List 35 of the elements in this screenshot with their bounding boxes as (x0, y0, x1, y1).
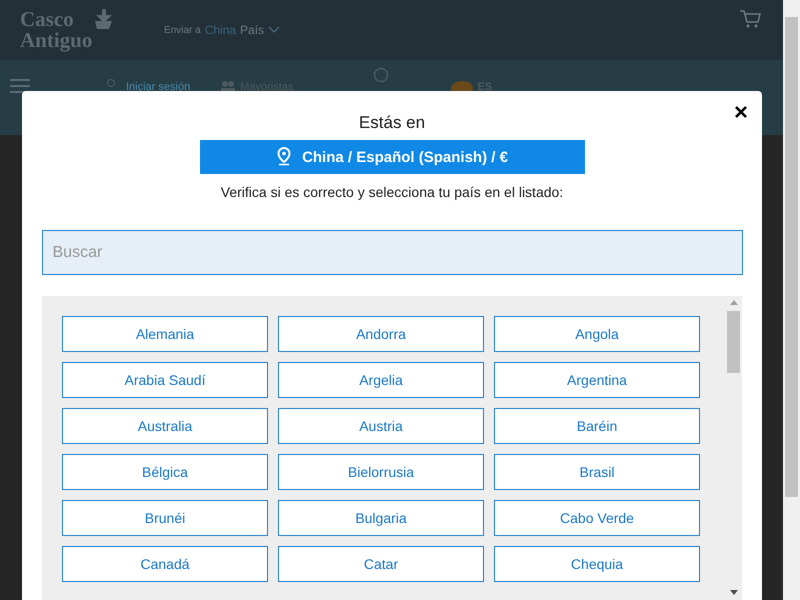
dialog-title: Estás en (358, 113, 426, 133)
chevron-icon (268, 26, 280, 34)
scrollbar[interactable] (783, 0, 800, 600)
search-field[interactable]: Buscar (42, 230, 742, 275)
country-button[interactable]: Austria (278, 408, 484, 444)
country-button[interactable]: Brunéi (62, 500, 268, 536)
cart-icon[interactable] (739, 9, 761, 29)
country-button[interactable]: Argentina (494, 362, 700, 398)
ship-to-label: Enviar a (164, 24, 201, 36)
country-button[interactable]: Chequia (494, 546, 700, 582)
current-location-button[interactable]: China / Español (Spanish) / € (200, 140, 584, 174)
country-button[interactable]: Brasil (494, 454, 700, 490)
country-button[interactable]: Baréin (494, 408, 700, 444)
country-button[interactable]: Australia (62, 408, 268, 444)
instruction-text: Verifica si es correcto y selecciona tu país en el listado: (220, 184, 564, 200)
country-button[interactable]: Arabia Saudí (62, 362, 268, 398)
close-button[interactable] (734, 105, 748, 119)
country-button[interactable]: Andorra (278, 316, 484, 352)
country-button[interactable]: Canadá (62, 546, 268, 582)
logo[interactable]: Casco Antiguo (20, 9, 92, 51)
country-button[interactable]: Bulgaria (278, 500, 484, 536)
menu-icon[interactable] (10, 79, 30, 93)
country-button[interactable]: Bélgica (62, 454, 268, 490)
country-selector[interactable]: País (240, 23, 264, 37)
country-button[interactable]: Bielorrusia (278, 454, 484, 490)
country-button[interactable]: Catar (278, 546, 484, 582)
country-button[interactable]: Angola (494, 316, 700, 352)
scroll-down-icon[interactable] (730, 590, 738, 595)
country-button[interactable]: Cabo Verde (494, 500, 700, 536)
country-button[interactable]: Alemania (62, 316, 268, 352)
scroll-thumb[interactable] (727, 311, 740, 373)
location-pin-icon (276, 147, 292, 167)
login-link[interactable]: Iniciar sesión (126, 81, 190, 93)
scroll-up-icon[interactable] (730, 300, 738, 305)
country-button[interactable]: Argelia (278, 362, 484, 398)
